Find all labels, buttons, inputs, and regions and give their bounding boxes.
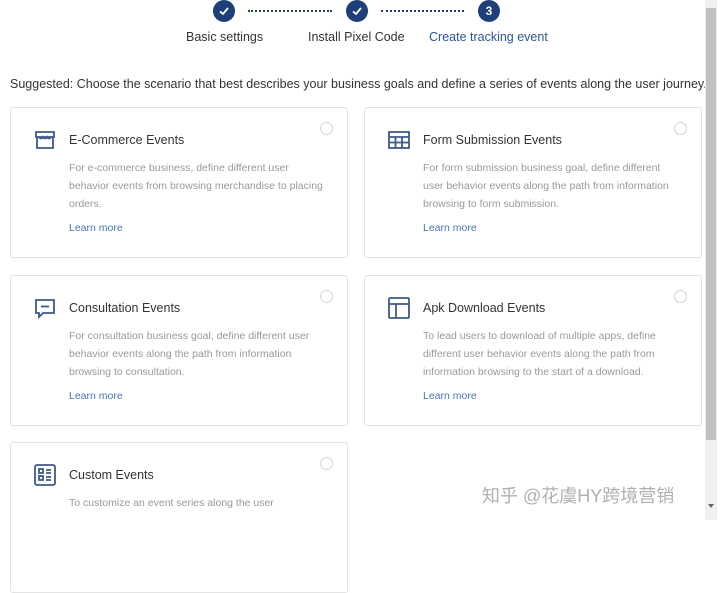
- select-radio[interactable]: [320, 122, 333, 135]
- storefront-icon: [33, 128, 57, 152]
- watermark: 知乎 @花虞HY跨境营销: [482, 486, 675, 506]
- apk-download-events-card[interactable]: Apk Download Events To lead users to dow…: [364, 275, 702, 426]
- scroll-down-arrow-icon[interactable]: [708, 504, 714, 508]
- step-connector: [381, 10, 464, 12]
- learn-more-link[interactable]: Learn more: [69, 222, 123, 234]
- layout-panel-icon: [387, 296, 411, 320]
- form-submission-events-card[interactable]: Form Submission Events For form submissi…: [364, 107, 702, 258]
- step-connector: [248, 10, 332, 12]
- ecommerce-events-card[interactable]: E-Commerce Events For e-commerce busines…: [10, 107, 348, 258]
- card-title: Consultation Events: [69, 301, 181, 315]
- card-description: To lead users to download of multiple ap…: [423, 330, 656, 378]
- step-3-label: Create tracking event: [429, 30, 548, 44]
- select-radio[interactable]: [320, 290, 333, 303]
- learn-more-link[interactable]: Learn more: [423, 390, 477, 402]
- card-description: For e-commerce business, define differen…: [69, 162, 323, 210]
- learn-more-link[interactable]: Learn more: [69, 390, 123, 402]
- card-title: Apk Download Events: [423, 301, 546, 315]
- select-radio[interactable]: [674, 290, 687, 303]
- card-title: E-Commerce Events: [69, 133, 185, 147]
- card-description: To customize an event series along the u…: [69, 497, 274, 509]
- step-2-check-icon: [346, 0, 368, 22]
- custom-events-card[interactable]: Custom Events To customize an event seri…: [10, 442, 348, 593]
- learn-more-link[interactable]: Learn more: [423, 222, 477, 234]
- select-radio[interactable]: [320, 457, 333, 470]
- select-radio[interactable]: [674, 122, 687, 135]
- step-1-label: Basic settings: [186, 30, 264, 44]
- card-description: For form submission business goal, defin…: [423, 162, 669, 210]
- vertical-scrollbar[interactable]: [705, 0, 717, 520]
- suggestion-text: Suggested: Choose the scenario that best…: [10, 77, 707, 91]
- scrollbar-thumb[interactable]: [706, 8, 716, 440]
- step-2-label: Install Pixel Code: [308, 30, 405, 44]
- card-title: Custom Events: [69, 468, 154, 482]
- chat-bubble-icon: [33, 296, 57, 320]
- table-grid-icon: [387, 128, 411, 152]
- card-title: Form Submission Events: [423, 133, 562, 147]
- card-description: For consultation business goal, define d…: [69, 330, 310, 378]
- consultation-events-card[interactable]: Consultation Events For consultation bus…: [10, 275, 348, 426]
- step-3-number: 3: [478, 0, 500, 22]
- list-checklist-icon: [33, 463, 57, 487]
- step-1-check-icon: [213, 0, 235, 22]
